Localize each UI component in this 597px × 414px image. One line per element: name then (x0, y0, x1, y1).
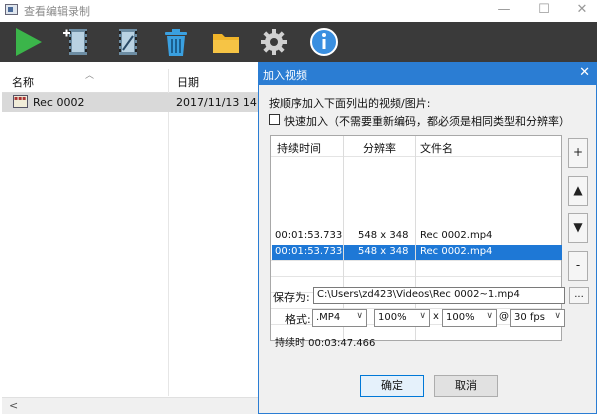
table-cell-duration: 00:01:53.733 (275, 230, 343, 241)
total-duration: 持续时 00:03:47.466 (275, 338, 376, 349)
open-folder-button[interactable] (210, 26, 242, 58)
height-percent-select[interactable]: 100% ∨ (442, 309, 497, 327)
folder-icon (213, 34, 239, 53)
horizontal-scrollbar[interactable]: < (2, 397, 258, 414)
width-percent-select[interactable]: 100% ∨ (374, 309, 430, 327)
trash-icon (165, 29, 187, 56)
minimize-button[interactable]: — (490, 1, 518, 19)
browse-button[interactable]: ... (569, 287, 589, 304)
info-button[interactable] (308, 26, 340, 58)
chevron-down-icon: ∨ (486, 311, 493, 321)
recording-file-icon: ▪▪▪ (13, 95, 28, 108)
table-header-resolution: 分辨率 (363, 142, 396, 155)
table-header-duration: 持续时间 (277, 142, 321, 155)
film-add-icon (63, 29, 87, 55)
fps-select[interactable]: 30 fps ∨ (510, 309, 565, 327)
instruction-text: 按顺序加入下面列出的视频/图片: (269, 97, 431, 110)
chevron-down-icon: ∨ (419, 311, 426, 321)
scroll-left-icon[interactable]: < (9, 399, 18, 412)
play-icon (16, 28, 42, 56)
add-button[interactable]: + (568, 138, 588, 168)
table-cell-resolution: 548 x 348 (358, 230, 409, 241)
close-button[interactable]: ✕ (568, 1, 596, 19)
play-button[interactable] (12, 26, 44, 58)
save-path-input[interactable]: C:\Users\zd423\Videos\Rec 0002~1.mp4 (313, 287, 565, 304)
list-header: 名称 日期 (2, 69, 258, 93)
width-percent-value: 100% (378, 312, 407, 323)
column-header-date[interactable]: 日期 (177, 74, 199, 90)
column-header-name[interactable]: 名称 (12, 74, 34, 90)
app-icon (5, 4, 18, 15)
edit-video-button[interactable] (112, 26, 144, 58)
format-select[interactable]: .MP4 ∨ (312, 309, 367, 327)
ok-button[interactable]: 确定 (360, 375, 424, 397)
cancel-button[interactable]: 取消 (434, 375, 498, 397)
film-edit-icon (119, 29, 137, 55)
list-item-date: 2017/11/13 14:4 (176, 96, 268, 109)
gear-icon (261, 29, 287, 55)
delete-button[interactable] (160, 26, 192, 58)
table-header-filename: 文件名 (420, 142, 453, 155)
join-video-dialog: 加入视频 ✕ 按顺序加入下面列出的视频/图片: 快速加入（不需要重新编码，都必须… (258, 62, 597, 414)
table-gridline (271, 260, 561, 261)
format-select-value: .MP4 (316, 312, 341, 323)
fast-join-checkbox[interactable] (269, 114, 280, 125)
add-video-button[interactable] (62, 26, 94, 58)
fps-select-value: 30 fps (514, 312, 545, 323)
fast-join-label[interactable]: 快速加入（不需要重新编码，都必须是相同类型和分辨率） (284, 113, 570, 129)
table-gridline (271, 276, 561, 277)
size-separator: x (433, 311, 439, 322)
dialog-title-bar: 加入视频 ✕ (259, 63, 596, 85)
chevron-down-icon: ∨ (554, 311, 561, 321)
info-icon (310, 28, 338, 56)
settings-button[interactable] (258, 26, 290, 58)
list-item[interactable]: ▪▪▪ Rec 0002 2017/11/13 14:4 (2, 93, 268, 112)
table-cell-duration: 00:01:53.733 (275, 246, 343, 257)
toolbar (0, 22, 597, 62)
remove-button[interactable]: - (568, 251, 588, 281)
list-item-name: Rec 0002 (33, 96, 85, 109)
move-down-button[interactable]: ▼ (568, 213, 588, 243)
maximize-button[interactable]: ☐ (530, 1, 558, 19)
table-header-divider (271, 156, 561, 157)
fps-separator: @ (499, 311, 509, 322)
sort-arrow-icon: ︿ (85, 71, 95, 81)
title-bar: 查看编辑录制 — ☐ ✕ (0, 0, 597, 22)
format-label: 格式: (285, 313, 311, 326)
table-cell-filename: Rec 0002.mp4 (420, 246, 493, 257)
dialog-close-icon[interactable]: ✕ (579, 65, 590, 80)
dialog-title: 加入视频 (263, 69, 307, 82)
column-divider (168, 69, 169, 396)
move-up-button[interactable]: ▲ (568, 176, 588, 206)
chevron-down-icon: ∨ (356, 311, 363, 321)
table-cell-filename: Rec 0002.mp4 (420, 230, 493, 241)
height-percent-value: 100% (446, 312, 475, 323)
window-title: 查看编辑录制 (24, 5, 90, 18)
table-cell-resolution: 548 x 348 (358, 246, 409, 257)
save-as-label: 保存为: (273, 291, 310, 304)
